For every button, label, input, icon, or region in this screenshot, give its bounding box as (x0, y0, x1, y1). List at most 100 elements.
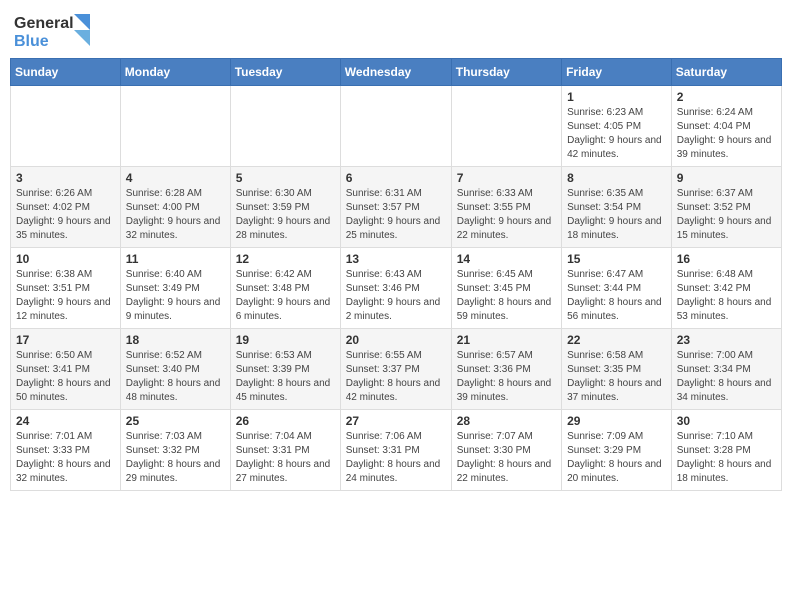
calendar-day-header: Friday (562, 59, 672, 86)
day-info: Sunrise: 6:47 AM Sunset: 3:44 PM Dayligh… (567, 268, 666, 324)
day-number: 9 (677, 171, 776, 185)
calendar-cell: 26 Sunrise: 7:04 AM Sunset: 3:31 PM Dayli… (230, 410, 340, 491)
day-info: Sunrise: 6:55 AM Sunset: 3:37 PM Dayligh… (346, 349, 446, 405)
day-info: Sunrise: 6:52 AM Sunset: 3:40 PM Dayligh… (126, 349, 225, 405)
calendar-cell: 19 Sunrise: 6:53 AM Sunset: 3:39 PM Dayli… (230, 329, 340, 410)
day-info: Sunrise: 7:01 AM Sunset: 3:33 PM Dayligh… (16, 430, 115, 486)
day-info: Sunrise: 6:53 AM Sunset: 3:39 PM Dayligh… (236, 349, 335, 405)
calendar-cell: 14 Sunrise: 6:45 AM Sunset: 3:45 PM Dayli… (451, 248, 561, 329)
day-info: Sunrise: 6:33 AM Sunset: 3:55 PM Dayligh… (457, 187, 556, 243)
day-number: 22 (567, 333, 666, 347)
calendar-day-header: Wednesday (340, 59, 451, 86)
calendar-cell: 21 Sunrise: 6:57 AM Sunset: 3:36 PM Dayli… (451, 329, 561, 410)
day-info: Sunrise: 7:09 AM Sunset: 3:29 PM Dayligh… (567, 430, 666, 486)
day-number: 23 (677, 333, 776, 347)
day-number: 12 (236, 252, 335, 266)
day-info: Sunrise: 6:30 AM Sunset: 3:59 PM Dayligh… (236, 187, 335, 243)
calendar-cell: 7 Sunrise: 6:33 AM Sunset: 3:55 PM Daylig… (451, 167, 561, 248)
day-number: 7 (457, 171, 556, 185)
day-info: Sunrise: 7:07 AM Sunset: 3:30 PM Dayligh… (457, 430, 556, 486)
calendar-cell: 24 Sunrise: 7:01 AM Sunset: 3:33 PM Dayli… (11, 410, 121, 491)
calendar-cell (340, 86, 451, 167)
calendar-header-row: SundayMondayTuesdayWednesdayThursdayFrid… (11, 59, 782, 86)
calendar-day-header: Saturday (671, 59, 781, 86)
calendar-cell: 23Sunrise: 7:00 AM Sunset: 3:34 PM Dayli… (671, 329, 781, 410)
calendar-cell: 28 Sunrise: 7:07 AM Sunset: 3:30 PM Dayli… (451, 410, 561, 491)
calendar-day-header: Monday (120, 59, 230, 86)
day-info: Sunrise: 6:26 AM Sunset: 4:02 PM Dayligh… (16, 187, 115, 243)
day-info: Sunrise: 6:35 AM Sunset: 3:54 PM Dayligh… (567, 187, 666, 243)
day-info: Sunrise: 6:40 AM Sunset: 3:49 PM Dayligh… (126, 268, 225, 324)
calendar-cell: 5 Sunrise: 6:30 AM Sunset: 3:59 PM Daylig… (230, 167, 340, 248)
svg-text:General: General (14, 15, 74, 32)
day-info: Sunrise: 6:43 AM Sunset: 3:46 PM Dayligh… (346, 268, 446, 324)
day-number: 17 (16, 333, 115, 347)
calendar-week-row: 10Sunrise: 6:38 AM Sunset: 3:51 PM Dayli… (11, 248, 782, 329)
day-info: Sunrise: 6:38 AM Sunset: 3:51 PM Dayligh… (16, 268, 115, 324)
calendar-cell: 10Sunrise: 6:38 AM Sunset: 3:51 PM Dayli… (11, 248, 121, 329)
calendar-week-row: 1 Sunrise: 6:23 AM Sunset: 4:05 PM Daylig… (11, 86, 782, 167)
day-info: Sunrise: 7:10 AM Sunset: 3:28 PM Dayligh… (677, 430, 776, 486)
day-info: Sunrise: 7:06 AM Sunset: 3:31 PM Dayligh… (346, 430, 446, 486)
day-info: Sunrise: 6:58 AM Sunset: 3:35 PM Dayligh… (567, 349, 666, 405)
day-info: Sunrise: 6:48 AM Sunset: 3:42 PM Dayligh… (677, 268, 776, 324)
calendar-cell (451, 86, 561, 167)
calendar-cell: 15 Sunrise: 6:47 AM Sunset: 3:44 PM Dayli… (562, 248, 672, 329)
svg-text:Blue: Blue (14, 33, 49, 50)
day-info: Sunrise: 6:57 AM Sunset: 3:36 PM Dayligh… (457, 349, 556, 405)
logo: GeneralBlue (14, 10, 94, 50)
day-info: Sunrise: 6:23 AM Sunset: 4:05 PM Dayligh… (567, 106, 666, 162)
calendar-day-header: Tuesday (230, 59, 340, 86)
day-number: 24 (16, 414, 115, 428)
day-number: 29 (567, 414, 666, 428)
day-number: 28 (457, 414, 556, 428)
day-number: 25 (126, 414, 225, 428)
day-number: 20 (346, 333, 446, 347)
calendar-cell: 18 Sunrise: 6:52 AM Sunset: 3:40 PM Dayli… (120, 329, 230, 410)
day-number: 30 (677, 414, 776, 428)
day-number: 26 (236, 414, 335, 428)
calendar-cell: 27 Sunrise: 7:06 AM Sunset: 3:31 PM Dayli… (340, 410, 451, 491)
calendar-cell: 13 Sunrise: 6:43 AM Sunset: 3:46 PM Dayli… (340, 248, 451, 329)
calendar-cell: 17 Sunrise: 6:50 AM Sunset: 3:41 PM Dayli… (11, 329, 121, 410)
calendar-cell (11, 86, 121, 167)
calendar-week-row: 17 Sunrise: 6:50 AM Sunset: 3:41 PM Dayli… (11, 329, 782, 410)
calendar-day-header: Sunday (11, 59, 121, 86)
calendar-cell: 9 Sunrise: 6:37 AM Sunset: 3:52 PM Daylig… (671, 167, 781, 248)
page-header: GeneralBlue (10, 10, 782, 50)
day-info: Sunrise: 6:42 AM Sunset: 3:48 PM Dayligh… (236, 268, 335, 324)
day-number: 5 (236, 171, 335, 185)
calendar-cell: 2Sunrise: 6:24 AM Sunset: 4:04 PM Daylig… (671, 86, 781, 167)
calendar-day-header: Thursday (451, 59, 561, 86)
day-info: Sunrise: 6:50 AM Sunset: 3:41 PM Dayligh… (16, 349, 115, 405)
calendar-cell: 25Sunrise: 7:03 AM Sunset: 3:32 PM Dayli… (120, 410, 230, 491)
calendar-cell: 30 Sunrise: 7:10 AM Sunset: 3:28 PM Dayli… (671, 410, 781, 491)
calendar-cell: 22 Sunrise: 6:58 AM Sunset: 3:35 PM Dayli… (562, 329, 672, 410)
calendar-table: SundayMondayTuesdayWednesdayThursdayFrid… (10, 58, 782, 491)
calendar-cell (120, 86, 230, 167)
day-info: Sunrise: 7:04 AM Sunset: 3:31 PM Dayligh… (236, 430, 335, 486)
day-number: 1 (567, 90, 666, 104)
day-number: 8 (567, 171, 666, 185)
day-number: 2 (677, 90, 776, 104)
calendar-week-row: 24 Sunrise: 7:01 AM Sunset: 3:33 PM Dayli… (11, 410, 782, 491)
day-info: Sunrise: 6:37 AM Sunset: 3:52 PM Dayligh… (677, 187, 776, 243)
day-number: 13 (346, 252, 446, 266)
day-number: 15 (567, 252, 666, 266)
calendar-cell: 6Sunrise: 6:31 AM Sunset: 3:57 PM Daylig… (340, 167, 451, 248)
logo-icon: GeneralBlue (14, 10, 94, 50)
day-number: 27 (346, 414, 446, 428)
calendar-cell: 1 Sunrise: 6:23 AM Sunset: 4:05 PM Daylig… (562, 86, 672, 167)
day-info: Sunrise: 6:45 AM Sunset: 3:45 PM Dayligh… (457, 268, 556, 324)
calendar-cell: 12 Sunrise: 6:42 AM Sunset: 3:48 PM Dayli… (230, 248, 340, 329)
day-number: 18 (126, 333, 225, 347)
day-info: Sunrise: 6:28 AM Sunset: 4:00 PM Dayligh… (126, 187, 225, 243)
day-number: 21 (457, 333, 556, 347)
day-number: 19 (236, 333, 335, 347)
day-number: 16 (677, 252, 776, 266)
calendar-cell: 20 Sunrise: 6:55 AM Sunset: 3:37 PM Dayli… (340, 329, 451, 410)
day-number: 11 (126, 252, 225, 266)
calendar-cell: 8 Sunrise: 6:35 AM Sunset: 3:54 PM Daylig… (562, 167, 672, 248)
calendar-cell: 16 Sunrise: 6:48 AM Sunset: 3:42 PM Dayli… (671, 248, 781, 329)
day-number: 14 (457, 252, 556, 266)
